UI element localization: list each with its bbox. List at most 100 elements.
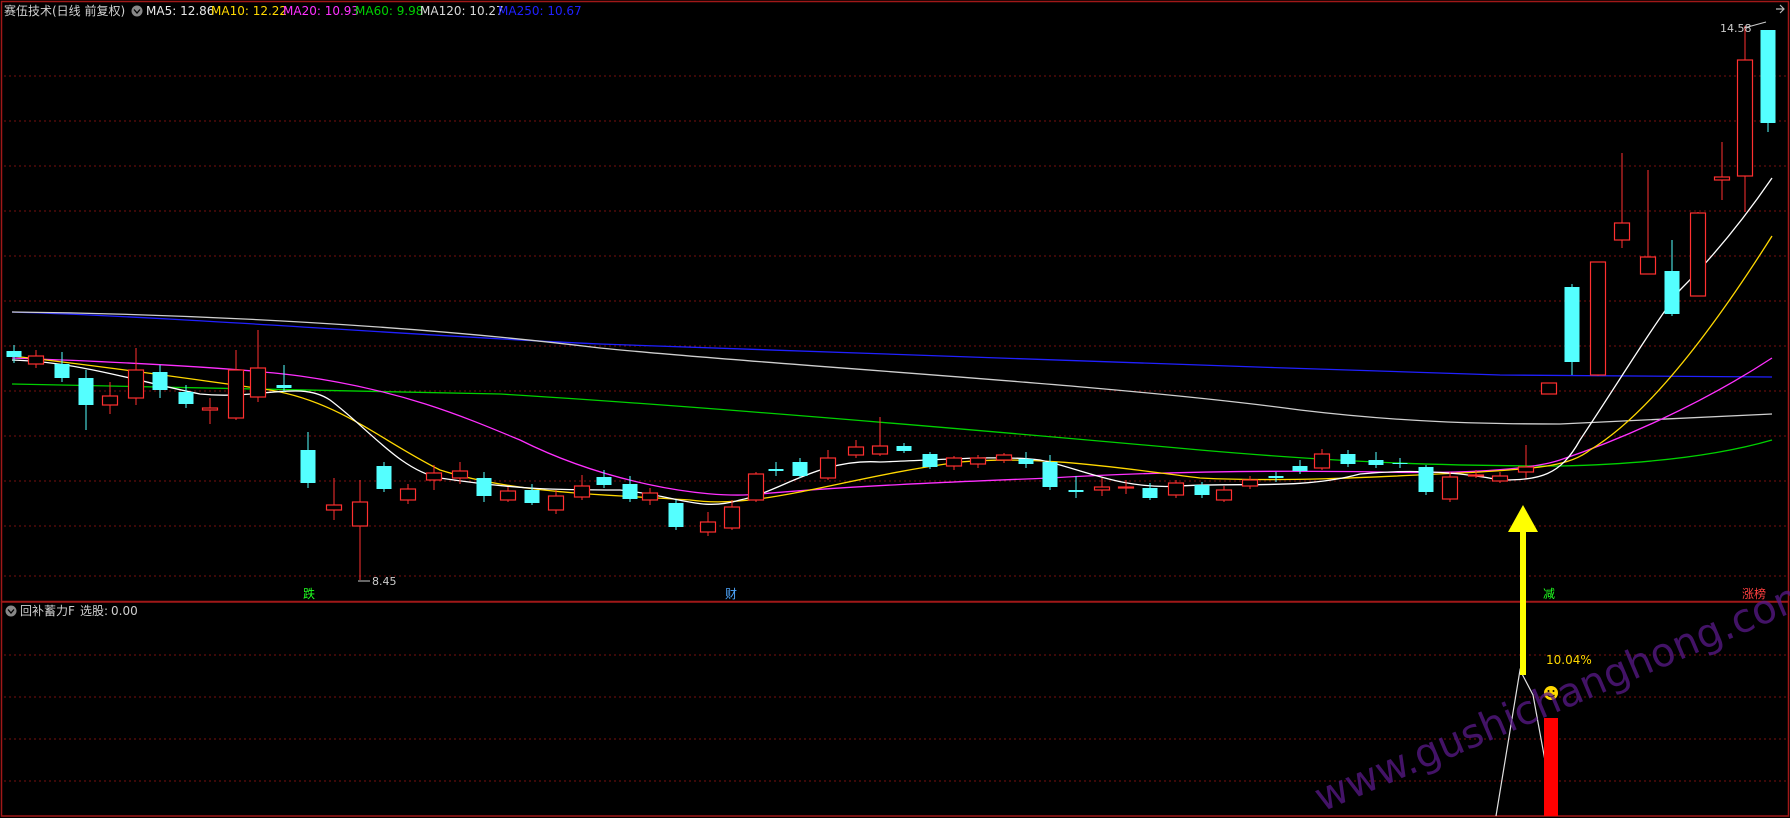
candle-body — [300, 450, 316, 483]
ma120-line — [11, 311, 1773, 425]
candle-body — [1313, 453, 1331, 469]
candle-body — [152, 372, 168, 390]
signal-bar — [1544, 718, 1558, 816]
candle-body — [896, 446, 912, 451]
low-price-label: 8.45 — [372, 575, 397, 588]
low-price-marker: 8.45 — [358, 575, 397, 588]
indicator-title: 回补蓄力F — [20, 604, 75, 618]
candle-body — [1491, 475, 1509, 482]
candle-body — [792, 462, 808, 476]
candle-body — [1689, 212, 1707, 297]
candle-body — [847, 446, 865, 456]
signal-arrow-icon — [1508, 505, 1538, 675]
candle-body — [101, 395, 119, 406]
ma250-label: MA250 — [498, 4, 539, 18]
candle-body — [871, 445, 889, 455]
high-price-marker: 14.58 — [1720, 21, 1767, 35]
candle-body — [127, 369, 145, 399]
candle-body — [622, 484, 638, 499]
candlesticks — [6, 26, 1776, 580]
indicator-collapse-icon[interactable] — [5, 605, 17, 617]
ma60-label: MA60 — [355, 4, 389, 18]
candle-body — [969, 457, 987, 465]
candle-body — [1517, 466, 1535, 473]
candle-body — [524, 490, 540, 503]
candle-body — [1268, 476, 1284, 478]
candle-body — [668, 503, 684, 527]
event-marker-die: 跌 — [303, 586, 315, 601]
candle-body — [945, 457, 963, 467]
ma10-label: MA10 — [211, 4, 245, 18]
moving-average-lines — [11, 177, 1773, 505]
candle-body — [1664, 271, 1680, 314]
high-price-label: 14.58 — [1720, 22, 1752, 35]
candle-body — [201, 407, 219, 411]
candle-body — [425, 472, 443, 481]
candle-body — [1441, 476, 1459, 500]
candle-body — [376, 466, 392, 489]
event-marker-jian: 减 — [1543, 587, 1555, 601]
ma20-value: 10.93 — [325, 4, 359, 18]
ma5-label: MA5 — [146, 4, 172, 18]
ma20-line — [11, 357, 1773, 496]
candle-body — [547, 495, 565, 511]
svg-text:回补蓄力F 选股: 0.00: 回补蓄力F 选股: 0.00 — [20, 604, 138, 618]
candle-body — [276, 385, 292, 388]
ma5-line — [11, 177, 1773, 505]
expand-arrow-icon[interactable] — [1776, 4, 1785, 14]
ma120-label: MA120 — [420, 4, 461, 18]
candle-body — [27, 355, 45, 365]
price-grid — [4, 75, 1786, 577]
candle-body — [1639, 256, 1657, 275]
candle-body — [1068, 490, 1084, 492]
candle-body — [325, 504, 343, 511]
candle-body — [768, 469, 784, 471]
candle-body — [1018, 459, 1034, 464]
candle-body — [1292, 466, 1308, 471]
candle-body — [1613, 222, 1631, 241]
ma20-label: MA20 — [283, 4, 317, 18]
candle-body — [1589, 261, 1607, 376]
candle-body — [249, 367, 267, 398]
svg-text:MA5: 12.86 MA10: 12.22: MA5: 12.86 MA10: 12.22 MA20: 10.93 MA60:… — [146, 4, 582, 18]
candle-body — [78, 378, 94, 405]
candle-body — [747, 473, 765, 501]
candle-body — [1736, 59, 1754, 177]
candle-body — [399, 488, 417, 501]
collapse-icon[interactable] — [131, 5, 143, 17]
candle-body — [1117, 486, 1135, 489]
candle-body — [819, 457, 837, 479]
candle-body — [1142, 488, 1158, 498]
candle-body — [995, 454, 1013, 461]
candle-body — [499, 490, 517, 501]
stock-title: 赛伍技术(日线 前复权) — [4, 3, 125, 18]
candle-body — [1241, 479, 1259, 487]
main-panel-header: 赛伍技术(日线 前复权) MA5: 12.86 MA10: 12.22 MA20… — [4, 3, 1785, 18]
selection-label: 选股: — [80, 604, 108, 618]
candle-body — [451, 470, 469, 479]
candle-body — [1215, 489, 1233, 501]
candle-body — [1167, 482, 1185, 496]
candle-body — [1564, 287, 1580, 362]
candle-body — [573, 485, 591, 498]
candle-body — [1042, 462, 1058, 487]
candle-body — [476, 478, 492, 496]
ma250-line — [11, 311, 1773, 378]
candle-body — [1760, 30, 1776, 123]
candle-body — [1392, 463, 1408, 464]
event-markers: 跌 财 减 涨榜 — [303, 586, 1766, 601]
candle-body — [1368, 460, 1384, 465]
candle-body — [1467, 474, 1485, 477]
candle-body — [596, 477, 612, 485]
candle-body — [1194, 485, 1210, 495]
candle-body — [699, 521, 717, 533]
candle-body — [641, 492, 659, 501]
event-marker-cai: 财 — [725, 587, 737, 601]
candle-body — [1540, 382, 1558, 395]
candle-body — [6, 351, 22, 357]
candle-body — [1093, 486, 1111, 491]
candle-body — [922, 454, 938, 467]
ma10-value: 12.22 — [253, 4, 287, 18]
candle-body — [1418, 467, 1434, 492]
ma5-value: 12.86 — [180, 4, 214, 18]
